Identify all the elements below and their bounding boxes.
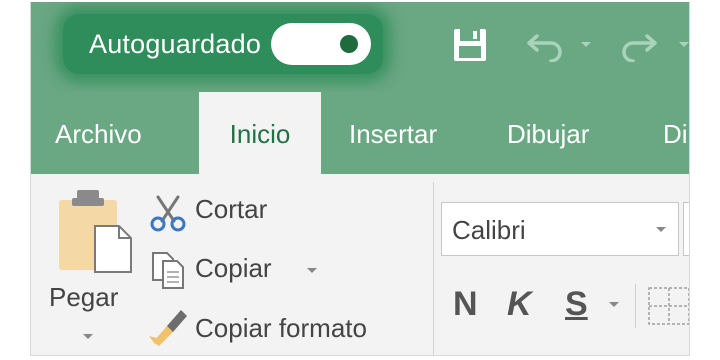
tab-partial[interactable]: Di [663,92,688,174]
ribbon-tabs: Archivo Inicio Insertar Dibujar Di [31,92,689,176]
tab-archivo[interactable]: Archivo [55,92,142,174]
paintbrush-icon[interactable] [147,306,189,346]
underline-button[interactable]: S [565,284,588,324]
font-name-value: Calibri [452,215,526,245]
borders-icon[interactable] [647,286,690,326]
tab-dibujar[interactable]: Dibujar [507,92,589,174]
tab-insertar[interactable]: Insertar [349,92,437,174]
copy-icon[interactable] [149,250,187,290]
font-size-combobox[interactable] [683,202,689,256]
separator [635,284,636,328]
italic-button[interactable]: K [507,284,532,324]
paste-label[interactable]: Pegar [49,282,118,313]
font-name-combobox[interactable]: Calibri [441,202,679,256]
chevron-down-icon[interactable] [81,332,95,342]
chevron-down-icon[interactable] [654,225,668,235]
undo-icon[interactable] [525,28,597,62]
clipboard-icon[interactable] [55,186,135,274]
bold-button[interactable]: N [453,284,478,324]
copy-button[interactable]: Copiar [195,253,272,284]
save-icon[interactable] [451,26,489,64]
toggle-knob [340,35,359,53]
redo-icon[interactable] [621,28,690,62]
chevron-down-icon[interactable] [305,266,319,276]
title-bar: Autoguardado [31,2,690,92]
ribbon-home: Pegar Cortar Copiar Copiar formato Calib… [31,174,690,355]
chevron-down-icon[interactable] [607,300,621,310]
cut-button[interactable]: Cortar [195,194,267,225]
autosave-toggle[interactable] [271,23,372,65]
autosave-label: Autoguardado [89,28,262,59]
autosave-control[interactable]: Autoguardado [63,14,384,74]
format-painter-button[interactable]: Copiar formato [195,313,367,344]
excel-window: Autoguardado Archivo Inicio Insertar Dib… [30,2,690,356]
group-divider [433,182,434,355]
tab-inicio[interactable]: Inicio [199,92,321,176]
scissors-icon[interactable] [149,194,187,232]
